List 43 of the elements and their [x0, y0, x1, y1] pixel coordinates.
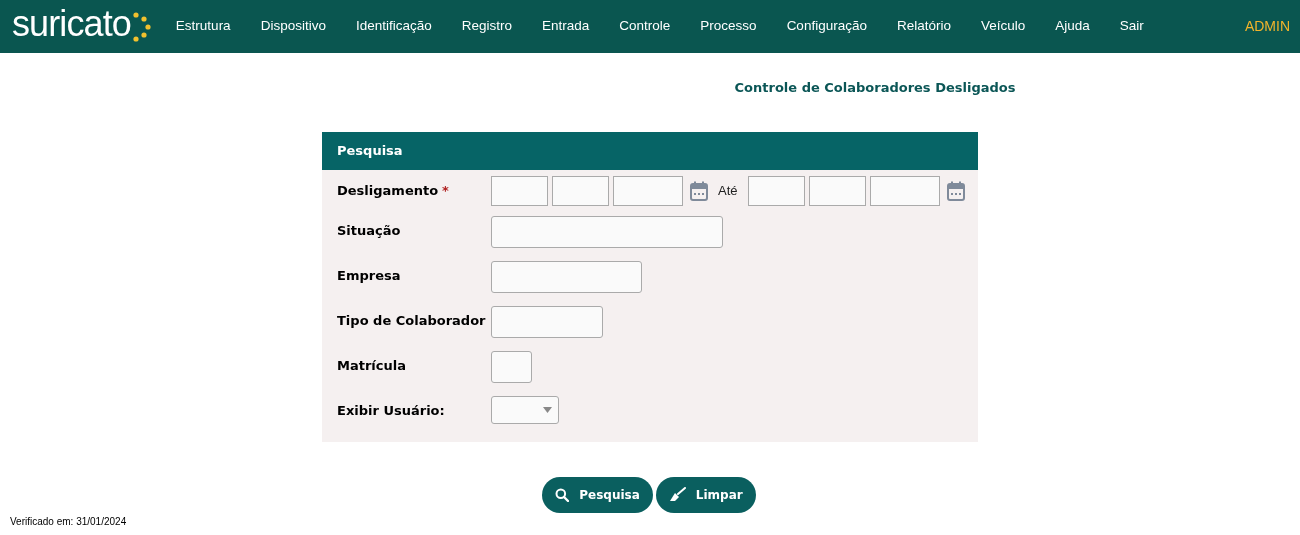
broom-icon: [668, 487, 686, 502]
date-field[interactable]: [747, 175, 805, 206]
search-icon: [555, 487, 570, 502]
field-label: Matrícula: [337, 356, 406, 375]
input-field[interactable]: [491, 350, 532, 383]
select-field[interactable]: [491, 395, 559, 424]
nav-link[interactable]: Estrutura: [175, 16, 231, 37]
nav-link[interactable]: Configuração: [786, 16, 867, 37]
nav-link[interactable]: Identificação: [355, 16, 432, 37]
input-field[interactable]: [491, 305, 603, 338]
input-field[interactable]: [491, 215, 723, 248]
footer-text: Verificado em: 31/01/2024: [10, 515, 127, 529]
calendar-icon[interactable]: [946, 180, 965, 201]
date-field[interactable]: [869, 175, 940, 206]
logo-text: suricato: [12, 5, 131, 42]
date-field[interactable]: [808, 175, 866, 206]
field-label: Situação: [337, 221, 401, 240]
search-button[interactable]: Pesquisa: [542, 476, 653, 513]
field-label: Exibir Usuário:: [337, 401, 445, 420]
nav-link[interactable]: Veículo: [980, 16, 1026, 37]
nav-link[interactable]: Controle: [619, 16, 671, 37]
date-field[interactable]: [491, 175, 548, 206]
nav-link[interactable]: Relatório: [896, 16, 951, 37]
panel-title: Pesquisa: [337, 141, 403, 160]
field-label: Tipo de Colaborador: [337, 311, 486, 330]
date-field[interactable]: [613, 175, 683, 206]
nav-link[interactable]: Ajuda: [1055, 16, 1090, 37]
field-label: Empresa: [337, 266, 401, 285]
caret-icon: [543, 406, 552, 413]
nav-link[interactable]: Entrada: [542, 16, 590, 37]
user-name: ADMIN: [1244, 17, 1290, 36]
page-title: Controle de Colaboradores Desligados: [734, 79, 1016, 97]
required-mark: *: [442, 181, 449, 200]
nav-link[interactable]: Dispositivo: [260, 16, 326, 37]
nav-link[interactable]: Registro: [461, 16, 512, 37]
input-field[interactable]: [491, 260, 642, 293]
nav-link[interactable]: Sair: [1119, 16, 1144, 37]
calendar-icon[interactable]: [690, 180, 708, 201]
date-field[interactable]: [552, 175, 609, 206]
nav-link[interactable]: Processo: [700, 16, 757, 37]
range-label: Até: [718, 181, 738, 200]
clear-button[interactable]: Limpar: [655, 476, 756, 513]
field-label: Desligamento: [337, 181, 439, 200]
